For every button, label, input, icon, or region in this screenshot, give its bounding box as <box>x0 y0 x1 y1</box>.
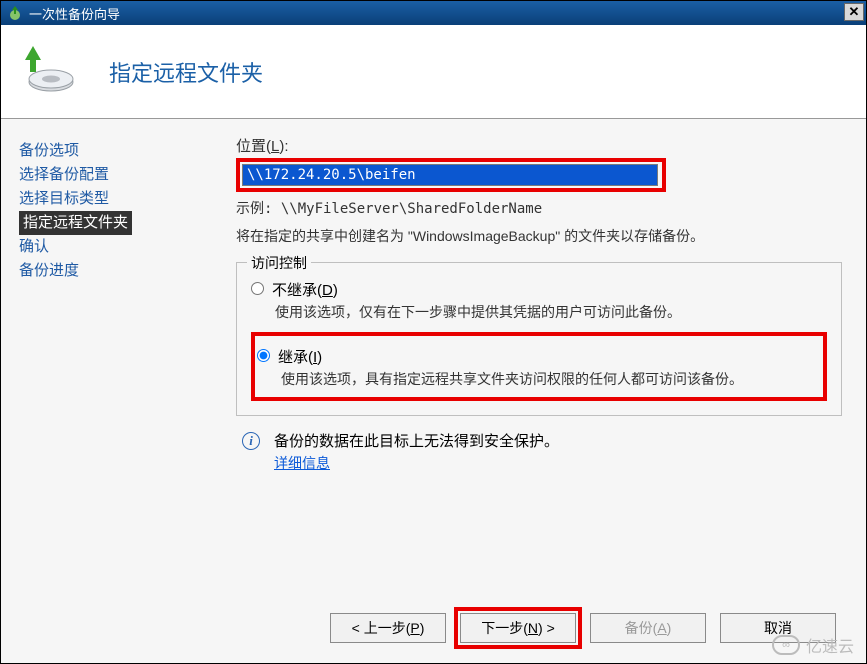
next-button[interactable]: 下一步(N) > <box>460 613 576 643</box>
access-control-fieldset: 访问控制 不继承(D) 使用该选项，仅有在下一步骤中提供其凭据的用户可访问此备份… <box>236 262 842 416</box>
location-label: 位置(L): <box>236 135 842 156</box>
backup-button: 备份(A) <box>590 613 706 643</box>
titlebar: 一次性备份向导 ✕ <box>1 1 866 25</box>
button-bar: < 上一步(P) 下一步(N) > 备份(A) 取消 <box>1 613 866 643</box>
watermark-icon: ∞ <box>772 635 800 655</box>
sidebar-step-remote-folder[interactable]: 指定远程文件夹 <box>19 211 132 235</box>
sidebar-step-confirm[interactable]: 确认 <box>19 235 204 259</box>
info-icon: i <box>242 432 260 450</box>
radio-inherit-label[interactable]: 继承(I) <box>278 346 322 367</box>
radio-inherit-row: 继承(I) <box>257 346 821 367</box>
main-content: 位置(L): 示例: \\MyFileServer\SharedFolderNa… <box>216 119 866 663</box>
inherit-highlight-frame: 继承(I) 使用该选项，具有指定远程共享文件夹访问权限的任何人都可访问该备份。 <box>251 332 827 401</box>
page-title: 指定远程文件夹 <box>109 56 263 88</box>
radio-no-inherit-desc: 使用该选项，仅有在下一步骤中提供其凭据的用户可访问此备份。 <box>275 302 827 322</box>
header-band: 指定远程文件夹 <box>1 25 866 119</box>
info-text: 备份的数据在此目标上无法得到安全保护。 <box>274 430 559 451</box>
wizard-icon <box>15 40 79 104</box>
wizard-window: 一次性备份向导 ✕ 指定远程文件夹 备份选项 选择备份配置 选择目标类型 指定远… <box>0 0 867 664</box>
radio-no-inherit-row: 不继承(D) <box>251 279 827 300</box>
radio-inherit[interactable] <box>257 349 270 362</box>
radio-no-inherit[interactable] <box>251 282 264 295</box>
close-button[interactable]: ✕ <box>844 3 864 21</box>
access-control-legend: 访问控制 <box>247 253 311 273</box>
example-text: 示例: \\MyFileServer\SharedFolderName <box>236 198 842 218</box>
description-text: 将在指定的共享中创建名为 "WindowsImageBackup" 的文件夹以存… <box>236 226 842 246</box>
details-link[interactable]: 详细信息 <box>274 453 330 473</box>
location-highlight-frame <box>236 158 666 192</box>
app-icon <box>7 5 23 21</box>
location-input[interactable] <box>242 164 658 186</box>
sidebar-step-select-config[interactable]: 选择备份配置 <box>19 163 204 187</box>
watermark-text: 亿速云 <box>806 633 854 657</box>
sidebar: 备份选项 选择备份配置 选择目标类型 指定远程文件夹 确认 备份进度 <box>1 119 216 663</box>
radio-no-inherit-label[interactable]: 不继承(D) <box>272 279 338 300</box>
window-title: 一次性备份向导 <box>29 4 120 23</box>
sidebar-step-progress[interactable]: 备份进度 <box>19 259 204 283</box>
radio-inherit-desc: 使用该选项，具有指定远程共享文件夹访问权限的任何人都可访问该备份。 <box>281 369 821 389</box>
sidebar-step-select-dest-type[interactable]: 选择目标类型 <box>19 187 204 211</box>
watermark: ∞ 亿速云 <box>772 633 854 657</box>
info-row: i 备份的数据在此目标上无法得到安全保护。 详细信息 <box>236 430 842 473</box>
body: 备份选项 选择备份配置 选择目标类型 指定远程文件夹 确认 备份进度 位置(L)… <box>1 119 866 663</box>
prev-button[interactable]: < 上一步(P) <box>330 613 446 643</box>
sidebar-step-backup-options[interactable]: 备份选项 <box>19 139 204 163</box>
